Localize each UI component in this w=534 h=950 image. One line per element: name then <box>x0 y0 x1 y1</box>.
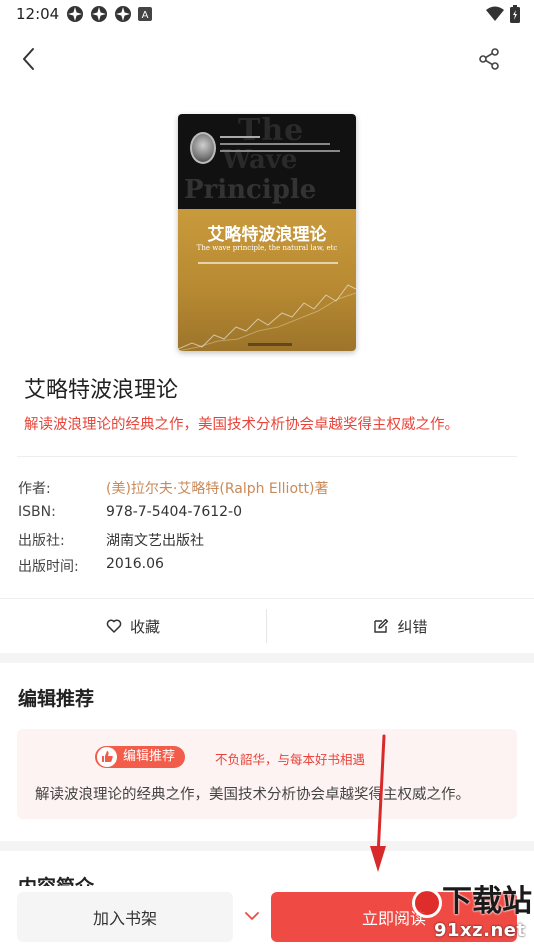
book-cover[interactable]: The Wave Principle 艾略特波浪理论 The wave prin… <box>178 114 356 351</box>
info-label: 出版社: <box>18 533 65 549</box>
add-to-shelf-button[interactable]: 加入书架 <box>17 892 233 942</box>
info-label: 出版时间: <box>18 559 79 575</box>
author-link[interactable]: (美)拉尔夫·艾略特(Ralph Elliott)著 <box>106 478 328 498</box>
author-portrait <box>190 132 216 164</box>
expand-button[interactable] <box>242 906 262 926</box>
status-system-icons <box>486 5 520 23</box>
report-error-button[interactable]: 纠错 <box>267 599 534 653</box>
add-to-shelf-label: 加入书架 <box>92 909 157 928</box>
thumbs-up-icon <box>97 747 117 767</box>
info-value: 978-7-5404-7612-0 <box>106 504 243 520</box>
info-label: ISBN: <box>18 504 56 520</box>
watermark-text-url: 91xz.net <box>434 920 526 941</box>
book-tagline: 解读波浪理论的经典之作，美国技术分析协会卓越奖得主权威之作。 <box>24 417 459 433</box>
status-bar: 12:04 A <box>0 0 534 28</box>
a-box-icon: A <box>138 7 152 21</box>
watermark-circle-icon <box>412 888 442 918</box>
wifi-icon <box>486 6 504 21</box>
info-value: 2016.06 <box>106 556 164 572</box>
divider <box>17 456 517 457</box>
recommend-slogan: 不负韶华，与每本好书相遇 <box>215 752 366 767</box>
favorite-label: 收藏 <box>129 617 160 636</box>
share-button[interactable] <box>476 46 502 72</box>
cover-bigtext-principle: Principle <box>184 175 317 205</box>
back-button[interactable] <box>14 44 44 74</box>
section-gap <box>0 841 534 851</box>
chevron-down-icon <box>245 912 259 920</box>
cover-subtitle: The wave principle, the natural law, etc <box>196 244 338 252</box>
recommend-text: 解读波浪理论的经典之作，美国技术分析协会卓越奖得主权威之作。 <box>35 787 470 803</box>
status-time: 12:04 <box>16 5 60 23</box>
battery-icon <box>510 5 520 23</box>
cover-wave-chart <box>178 284 356 351</box>
info-label: 作者: <box>18 481 51 497</box>
action-bar: 收藏 纠错 <box>0 599 534 653</box>
recommend-card: 编辑推荐 不负韶华，与每本好书相遇 解读波浪理论的经典之作，美国技术分析协会卓越… <box>17 729 517 819</box>
book-title: 艾略特波浪理论 <box>24 378 179 403</box>
status-notification-icons: A <box>66 5 152 23</box>
favorite-button[interactable]: 收藏 <box>0 599 266 653</box>
svg-text:A: A <box>142 10 149 21</box>
recommend-badge: 编辑推荐 <box>95 746 186 768</box>
cover-title: 艾略特波浪理论 <box>207 225 327 245</box>
app-notification-icon <box>115 6 131 22</box>
edit-icon <box>374 618 389 633</box>
app-notification-icon <box>91 6 107 22</box>
cover-author-line <box>198 262 338 264</box>
info-value: 湖南文艺出版社 <box>106 533 204 549</box>
watermark-logo: 下载站 91xz.net <box>412 884 534 950</box>
report-error-label: 纠错 <box>397 617 428 636</box>
cover-text-lines <box>220 136 344 157</box>
app-notification-icon <box>67 6 83 22</box>
share-icon <box>479 48 499 70</box>
watermark-text-main: 下载站 <box>442 884 532 919</box>
heart-icon <box>106 619 122 633</box>
recommend-badge-label: 编辑推荐 <box>123 749 176 764</box>
recommend-section-title: 编辑推荐 <box>18 688 95 710</box>
section-gap <box>0 653 534 663</box>
chevron-left-icon <box>23 48 34 70</box>
